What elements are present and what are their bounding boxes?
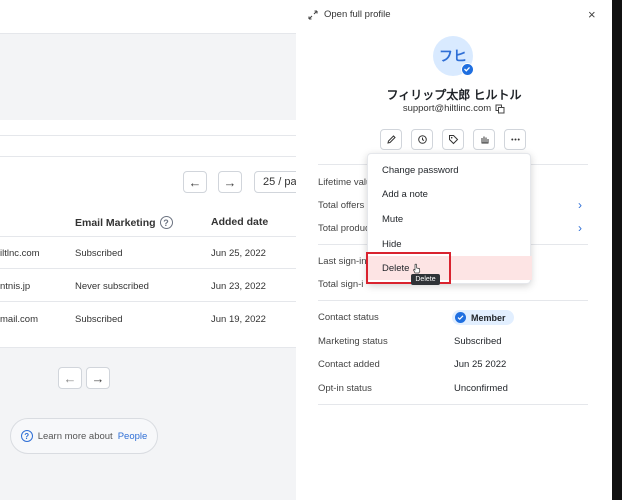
column-header-added-date[interactable]: Added date	[211, 216, 268, 228]
divider	[318, 300, 588, 301]
tag-icon	[448, 135, 458, 145]
divider	[0, 268, 296, 269]
total-sign-ins-label: Total sign-i	[318, 279, 364, 290]
divider	[0, 301, 296, 302]
opt-in-status-value: Unconfirmed	[454, 383, 508, 394]
menu-item-change-password[interactable]: Change password	[368, 158, 532, 182]
profile-email: support@hiltlinc.com	[296, 103, 612, 114]
history-button[interactable]	[411, 129, 433, 150]
contact-added-label: Contact added	[318, 359, 380, 370]
expand-icon	[308, 9, 318, 20]
last-sign-in-label: Last sign-in	[318, 256, 367, 267]
column-header-email-marketing[interactable]: Email Marketing ?	[75, 216, 173, 229]
page-header	[0, 0, 296, 34]
next-page-button[interactable]: →	[218, 171, 242, 193]
history-icon	[417, 135, 427, 144]
opt-in-status-label: Opt-in status	[318, 383, 372, 394]
prev-page-button[interactable]: ←	[183, 171, 207, 193]
divider	[0, 135, 296, 136]
next-page-button-bottom[interactable]: →	[86, 367, 110, 389]
total-offers-label: Total offers	[318, 200, 365, 211]
contact-status-label: Contact status	[318, 312, 379, 323]
profile-action-bar	[380, 129, 526, 150]
lifetime-value-label: Lifetime valu	[318, 177, 372, 188]
tooltip: Delete	[411, 274, 440, 285]
total-products-label: Total produc	[318, 223, 370, 234]
divider	[0, 156, 296, 157]
edit-button[interactable]	[380, 129, 402, 150]
close-icon[interactable]: ×	[588, 7, 596, 22]
tasks-button[interactable]	[473, 129, 495, 150]
status-badge: Member	[452, 310, 514, 325]
prev-page-button-bottom[interactable]: ←	[58, 367, 82, 389]
tag-button[interactable]	[442, 129, 464, 150]
contact-added-value: Jun 25 2022	[454, 359, 507, 370]
background-page: ← → 25 / page Email Marketing ? Added da…	[0, 0, 314, 500]
check-circle-icon	[455, 312, 466, 323]
marketing-status-value: Subscribed	[454, 336, 502, 347]
divider	[0, 236, 296, 237]
window-edge	[612, 0, 622, 500]
verified-check-icon	[461, 63, 474, 76]
profile-name: フィリップ太郎 ヒルトル	[386, 88, 522, 102]
help-icon[interactable]: ?	[159, 216, 173, 229]
marketing-status-label: Marketing status	[318, 336, 388, 347]
hand-icon	[481, 136, 488, 144]
more-horizontal-icon	[510, 138, 520, 141]
learn-more-link[interactable]: ? Learn more about People	[10, 418, 158, 454]
copy-icon[interactable]	[495, 104, 505, 114]
pencil-icon	[386, 135, 396, 144]
menu-item-mute[interactable]: Mute	[368, 207, 532, 231]
menu-item-add-note[interactable]: Add a note	[368, 182, 532, 206]
open-full-profile-link[interactable]: Open full profile	[308, 9, 391, 20]
more-options-button[interactable]	[504, 129, 526, 150]
help-icon: ?	[20, 430, 33, 442]
chevron-right-icon[interactable]: ›	[578, 221, 582, 235]
chevron-right-icon[interactable]: ›	[578, 198, 582, 212]
divider	[318, 404, 588, 405]
